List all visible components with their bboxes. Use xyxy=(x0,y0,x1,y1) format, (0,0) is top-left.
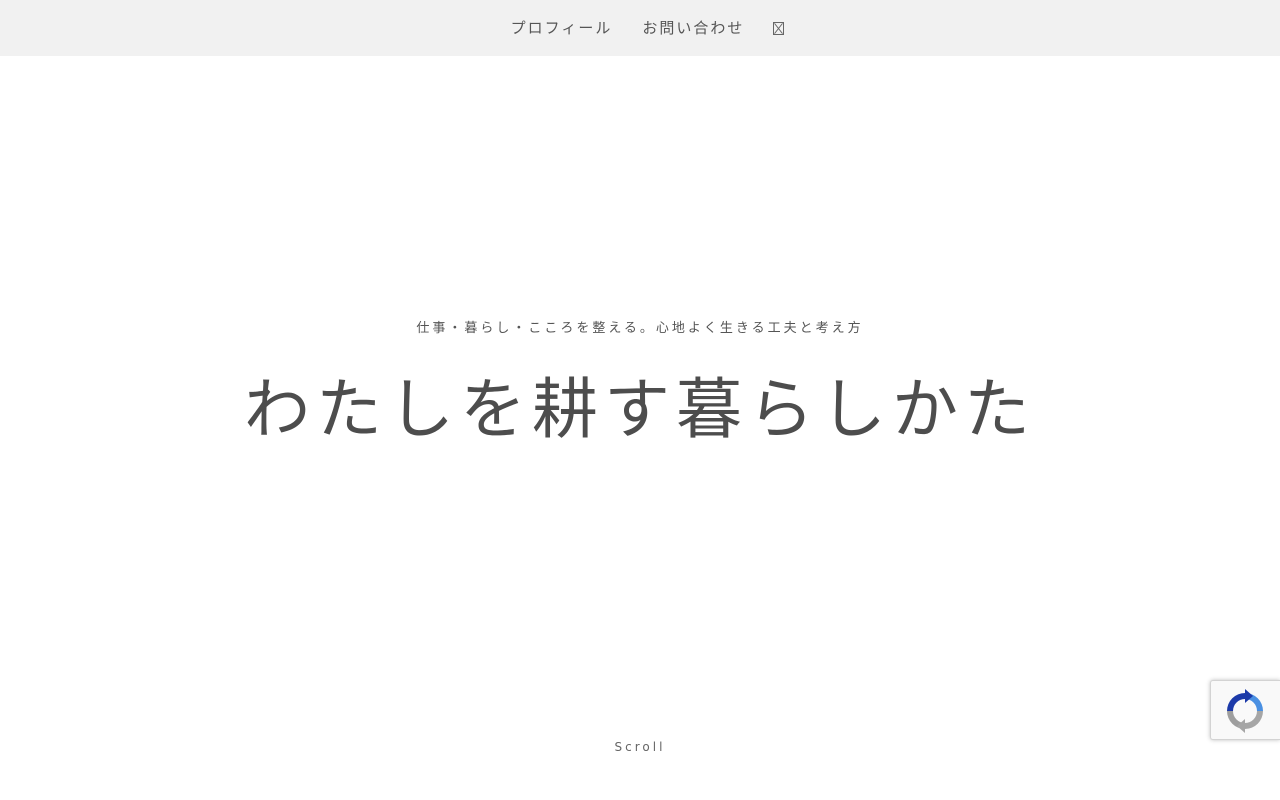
nav-link-contact[interactable]: お問い合わせ xyxy=(642,20,744,36)
recaptcha-icon xyxy=(1227,689,1263,733)
nav-link-profile[interactable]: プロフィール xyxy=(511,20,613,36)
site-tagline: 仕事・暮らし・こころを整える。心地よく生きる工夫と考え方 xyxy=(416,321,864,336)
x-icon[interactable] xyxy=(773,21,785,35)
top-navigation: プロフィール お問い合わせ xyxy=(0,0,1280,56)
hero-section: 仕事・暮らし・こころを整える。心地よく生きる工夫と考え方 わたしを耕す暮らしかた… xyxy=(0,56,1280,800)
site-title[interactable]: わたしを耕す暮らしかた xyxy=(0,373,1280,447)
recaptcha-badge[interactable] xyxy=(1210,680,1280,740)
scroll-indicator[interactable]: Scroll xyxy=(0,740,1280,754)
